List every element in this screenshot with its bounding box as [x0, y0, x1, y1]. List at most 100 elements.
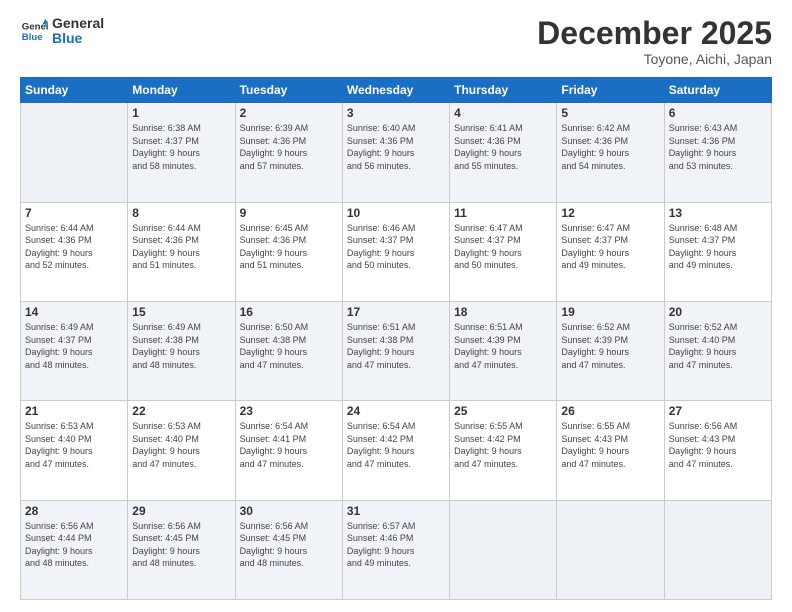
day-info: Sunrise: 6:47 AMSunset: 4:37 PMDaylight:…	[561, 222, 659, 272]
calendar-day-cell: 22 Sunrise: 6:53 AMSunset: 4:40 PMDayligh…	[128, 401, 235, 500]
day-number: 19	[561, 305, 659, 319]
day-number: 21	[25, 404, 123, 418]
day-info: Sunrise: 6:45 AMSunset: 4:36 PMDaylight:…	[240, 222, 338, 272]
svg-text:Blue: Blue	[22, 32, 43, 43]
day-info: Sunrise: 6:55 AMSunset: 4:43 PMDaylight:…	[561, 420, 659, 470]
day-info: Sunrise: 6:53 AMSunset: 4:40 PMDaylight:…	[132, 420, 230, 470]
month-title: December 2025	[537, 16, 772, 51]
calendar-day-cell	[450, 500, 557, 599]
day-info: Sunrise: 6:50 AMSunset: 4:38 PMDaylight:…	[240, 321, 338, 371]
day-info: Sunrise: 6:47 AMSunset: 4:37 PMDaylight:…	[454, 222, 552, 272]
day-number: 11	[454, 206, 552, 220]
day-info: Sunrise: 6:57 AMSunset: 4:46 PMDaylight:…	[347, 520, 445, 570]
day-number: 20	[669, 305, 767, 319]
day-info: Sunrise: 6:51 AMSunset: 4:38 PMDaylight:…	[347, 321, 445, 371]
logo: General Blue General Blue	[20, 16, 104, 47]
day-number: 29	[132, 504, 230, 518]
day-info: Sunrise: 6:43 AMSunset: 4:36 PMDaylight:…	[669, 122, 767, 172]
day-info: Sunrise: 6:54 AMSunset: 4:42 PMDaylight:…	[347, 420, 445, 470]
calendar-day-cell: 15 Sunrise: 6:49 AMSunset: 4:38 PMDayligh…	[128, 301, 235, 400]
weekday-header: Sunday	[21, 78, 128, 103]
day-info: Sunrise: 6:42 AMSunset: 4:36 PMDaylight:…	[561, 122, 659, 172]
weekday-header: Saturday	[664, 78, 771, 103]
calendar-day-cell: 27 Sunrise: 6:56 AMSunset: 4:43 PMDayligh…	[664, 401, 771, 500]
calendar-day-cell: 3 Sunrise: 6:40 AMSunset: 4:36 PMDaylight…	[342, 103, 449, 202]
calendar-day-cell: 16 Sunrise: 6:50 AMSunset: 4:38 PMDayligh…	[235, 301, 342, 400]
day-number: 27	[669, 404, 767, 418]
day-number: 22	[132, 404, 230, 418]
day-info: Sunrise: 6:52 AMSunset: 4:39 PMDaylight:…	[561, 321, 659, 371]
day-info: Sunrise: 6:49 AMSunset: 4:37 PMDaylight:…	[25, 321, 123, 371]
calendar-table: SundayMondayTuesdayWednesdayThursdayFrid…	[20, 77, 772, 600]
day-info: Sunrise: 6:38 AMSunset: 4:37 PMDaylight:…	[132, 122, 230, 172]
day-number: 2	[240, 106, 338, 120]
day-info: Sunrise: 6:44 AMSunset: 4:36 PMDaylight:…	[132, 222, 230, 272]
day-info: Sunrise: 6:56 AMSunset: 4:45 PMDaylight:…	[240, 520, 338, 570]
calendar-day-cell: 24Sunrise: 6:54 AMSunset: 4:42 PMDayligh…	[342, 401, 449, 500]
day-info: Sunrise: 6:41 AMSunset: 4:36 PMDaylight:…	[454, 122, 552, 172]
day-number: 6	[669, 106, 767, 120]
calendar-day-cell: 21 Sunrise: 6:53 AMSunset: 4:40 PMDayligh…	[21, 401, 128, 500]
calendar-header-row: SundayMondayTuesdayWednesdayThursdayFrid…	[21, 78, 772, 103]
calendar-week-row: 1 Sunrise: 6:38 AMSunset: 4:37 PMDaylight…	[21, 103, 772, 202]
day-number: 1	[132, 106, 230, 120]
calendar-day-cell: 18 Sunrise: 6:51 AMSunset: 4:39 PMDayligh…	[450, 301, 557, 400]
day-info: Sunrise: 6:40 AMSunset: 4:36 PMDaylight:…	[347, 122, 445, 172]
logo-general: General	[52, 16, 104, 31]
day-number: 26	[561, 404, 659, 418]
day-info: Sunrise: 6:55 AMSunset: 4:42 PMDaylight:…	[454, 420, 552, 470]
day-number: 25	[454, 404, 552, 418]
page: General Blue General Blue December 2025 …	[0, 0, 792, 612]
day-info: Sunrise: 6:52 AMSunset: 4:40 PMDaylight:…	[669, 321, 767, 371]
calendar-day-cell: 5 Sunrise: 6:42 AMSunset: 4:36 PMDaylight…	[557, 103, 664, 202]
calendar-day-cell: 10Sunrise: 6:46 AMSunset: 4:37 PMDayligh…	[342, 202, 449, 301]
day-number: 13	[669, 206, 767, 220]
calendar-day-cell: 2Sunrise: 6:39 AMSunset: 4:36 PMDaylight…	[235, 103, 342, 202]
day-info: Sunrise: 6:53 AMSunset: 4:40 PMDaylight:…	[25, 420, 123, 470]
day-info: Sunrise: 6:56 AMSunset: 4:45 PMDaylight:…	[132, 520, 230, 570]
day-info: Sunrise: 6:44 AMSunset: 4:36 PMDaylight:…	[25, 222, 123, 272]
day-number: 30	[240, 504, 338, 518]
calendar-day-cell: 19 Sunrise: 6:52 AMSunset: 4:39 PMDayligh…	[557, 301, 664, 400]
day-number: 15	[132, 305, 230, 319]
calendar-day-cell: 25 Sunrise: 6:55 AMSunset: 4:42 PMDayligh…	[450, 401, 557, 500]
weekday-header: Tuesday	[235, 78, 342, 103]
day-info: Sunrise: 6:49 AMSunset: 4:38 PMDaylight:…	[132, 321, 230, 371]
day-info: Sunrise: 6:48 AMSunset: 4:37 PMDaylight:…	[669, 222, 767, 272]
day-info: Sunrise: 6:51 AMSunset: 4:39 PMDaylight:…	[454, 321, 552, 371]
day-number: 18	[454, 305, 552, 319]
calendar-day-cell: 9Sunrise: 6:45 AMSunset: 4:36 PMDaylight…	[235, 202, 342, 301]
calendar-body: 1 Sunrise: 6:38 AMSunset: 4:37 PMDaylight…	[21, 103, 772, 600]
weekday-header: Friday	[557, 78, 664, 103]
logo-blue: Blue	[52, 31, 104, 46]
calendar-week-row: 14 Sunrise: 6:49 AMSunset: 4:37 PMDayligh…	[21, 301, 772, 400]
calendar-day-cell: 14 Sunrise: 6:49 AMSunset: 4:37 PMDayligh…	[21, 301, 128, 400]
calendar-day-cell: 31 Sunrise: 6:57 AMSunset: 4:46 PMDayligh…	[342, 500, 449, 599]
calendar-day-cell: 1 Sunrise: 6:38 AMSunset: 4:37 PMDaylight…	[128, 103, 235, 202]
calendar-day-cell: 26 Sunrise: 6:55 AMSunset: 4:43 PMDayligh…	[557, 401, 664, 500]
day-number: 8	[132, 206, 230, 220]
day-number: 3	[347, 106, 445, 120]
calendar-day-cell: 11 Sunrise: 6:47 AMSunset: 4:37 PMDayligh…	[450, 202, 557, 301]
day-number: 16	[240, 305, 338, 319]
day-number: 5	[561, 106, 659, 120]
location: Toyone, Aichi, Japan	[537, 51, 772, 67]
day-info: Sunrise: 6:56 AMSunset: 4:44 PMDaylight:…	[25, 520, 123, 570]
calendar-day-cell: 8 Sunrise: 6:44 AMSunset: 4:36 PMDaylight…	[128, 202, 235, 301]
calendar-day-cell	[21, 103, 128, 202]
day-number: 4	[454, 106, 552, 120]
day-number: 14	[25, 305, 123, 319]
weekday-header: Monday	[128, 78, 235, 103]
day-number: 31	[347, 504, 445, 518]
day-number: 17	[347, 305, 445, 319]
day-info: Sunrise: 6:56 AMSunset: 4:43 PMDaylight:…	[669, 420, 767, 470]
calendar-day-cell: 7Sunrise: 6:44 AMSunset: 4:36 PMDaylight…	[21, 202, 128, 301]
day-number: 12	[561, 206, 659, 220]
calendar-week-row: 7Sunrise: 6:44 AMSunset: 4:36 PMDaylight…	[21, 202, 772, 301]
day-info: Sunrise: 6:54 AMSunset: 4:41 PMDaylight:…	[240, 420, 338, 470]
calendar-day-cell: 4 Sunrise: 6:41 AMSunset: 4:36 PMDaylight…	[450, 103, 557, 202]
calendar-day-cell: 30 Sunrise: 6:56 AMSunset: 4:45 PMDayligh…	[235, 500, 342, 599]
day-info: Sunrise: 6:46 AMSunset: 4:37 PMDaylight:…	[347, 222, 445, 272]
calendar-day-cell: 12 Sunrise: 6:47 AMSunset: 4:37 PMDayligh…	[557, 202, 664, 301]
calendar-day-cell	[664, 500, 771, 599]
